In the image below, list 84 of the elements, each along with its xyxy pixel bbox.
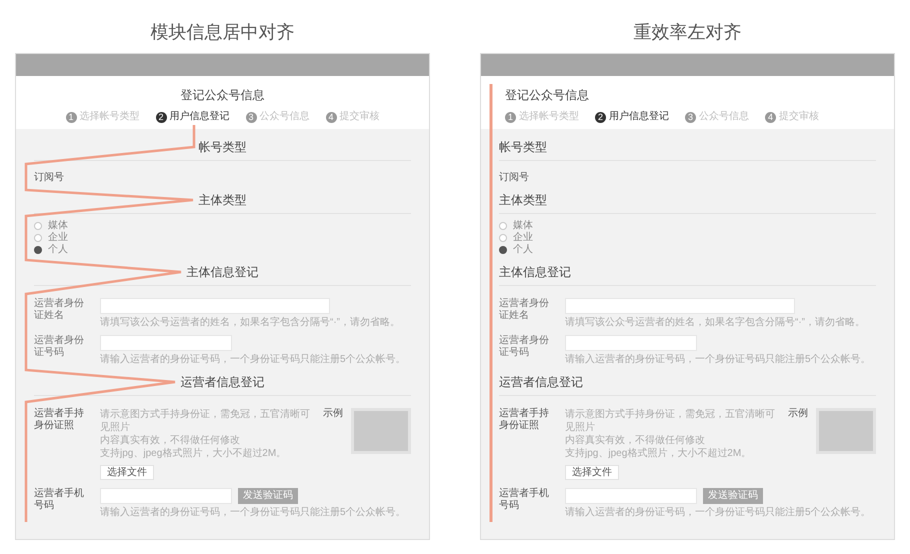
field-label: 运营者身份证号码 — [499, 335, 550, 360]
radio-button[interactable] — [499, 246, 507, 254]
field-hint: 请输入运营者的身份证号码，一个身份证号码只能注册5个公众帐号。 — [565, 354, 871, 366]
step-tab[interactable]: 3 公众号信息 — [685, 111, 749, 123]
section-heading: 帐号类型 — [198, 139, 246, 155]
field-label: 运营者手机号码 — [499, 488, 550, 513]
radio-button[interactable] — [499, 222, 507, 230]
upload-hint: 请示意图方式手持身份证，需免冠，五官清晰可见照片 — [100, 408, 311, 434]
step-label: 用户信息登记 — [170, 111, 230, 123]
input-field[interactable] — [100, 298, 330, 314]
input-field[interactable] — [565, 335, 697, 351]
field-hint: 请输入运营者的身份证号码，一个身份证号码只能注册5个公众帐号。 — [565, 507, 871, 519]
field-label: 运营者身份证号码 — [34, 335, 85, 360]
send-code-button[interactable]: 发送验证码 — [238, 488, 298, 504]
field-label: 运营者身份证姓名 — [34, 298, 85, 323]
section-heading: 主体类型 — [499, 192, 547, 208]
step-tab[interactable]: 3 公众号信息 — [246, 111, 310, 123]
caption: 重效率左对齐 — [634, 21, 742, 44]
account-type-text: 订阅号 — [499, 171, 530, 184]
send-code-button[interactable]: 发送验证码 — [703, 488, 763, 504]
radio-button[interactable] — [499, 234, 507, 242]
input-field[interactable] — [100, 335, 232, 351]
step-label: 选择帐号类型 — [519, 111, 579, 123]
field-label: 运营者手持身份证照 — [34, 408, 85, 433]
step-tab[interactable]: 4 提交审核 — [765, 111, 819, 123]
upload-hint: 支持jpg、jpeg格式照片，大小不超过2M。 — [565, 447, 752, 460]
section-heading: 主体信息登记 — [499, 264, 571, 280]
page-title: 登记公众号信息 — [505, 87, 589, 103]
radio-label: 企业 — [48, 232, 68, 244]
step-label: 用户信息登记 — [609, 111, 669, 123]
field-hint: 请输入运营者的身份证号码，一个身份证号码只能注册5个公众帐号。 — [100, 507, 406, 519]
choose-file-button[interactable]: 选择文件 — [100, 465, 154, 480]
step-tab[interactable]: 2 用户信息登记 — [595, 111, 669, 123]
upload-hint: 内容真实有效，不得做任何修改 — [565, 434, 706, 447]
step-number: 3 — [685, 112, 696, 122]
input-field[interactable] — [565, 298, 795, 314]
step-number: 3 — [246, 112, 256, 122]
radio-label: 企业 — [513, 232, 533, 244]
step-number: 4 — [765, 112, 776, 122]
example-label: 示例 — [323, 408, 343, 421]
radio-label: 媒体 — [513, 220, 533, 232]
step-label: 提交审核 — [779, 111, 819, 123]
step-tab[interactable]: 4 提交审核 — [326, 111, 380, 123]
field-label: 运营者手持身份证照 — [499, 408, 550, 433]
step-tab[interactable]: 1 选择帐号类型 — [66, 111, 140, 123]
upload-hint: 支持jpg、jpeg格式照片，大小不超过2M。 — [100, 447, 288, 460]
step-label: 公众号信息 — [699, 111, 749, 123]
radio-button[interactable] — [34, 234, 42, 242]
step-number: 2 — [595, 112, 606, 122]
step-tab[interactable]: 2 用户信息登记 — [156, 111, 230, 123]
step-label: 提交审核 — [340, 111, 380, 123]
radio-button[interactable] — [34, 222, 42, 230]
section-heading: 主体信息登记 — [186, 264, 258, 280]
field-label: 运营者手机号码 — [34, 488, 85, 513]
field-hint: 请输入运营者的身份证号码，一个身份证号码只能注册5个公众帐号。 — [100, 354, 406, 366]
choose-file-button[interactable]: 选择文件 — [565, 465, 619, 480]
step-number: 1 — [66, 112, 76, 122]
upload-hint: 请示意图方式手持身份证，需免冠，五官清晰可见照片 — [565, 408, 776, 434]
radio-label: 个人 — [48, 244, 68, 256]
phone-input-field[interactable] — [565, 488, 697, 504]
photo-placeholder — [816, 408, 876, 454]
step-label: 选择帐号类型 — [80, 111, 140, 123]
radio-label: 媒体 — [48, 220, 68, 232]
step-label: 公众号信息 — [260, 111, 310, 123]
step-tab[interactable]: 1 选择帐号类型 — [505, 111, 579, 123]
caption: 模块信息居中对齐 — [150, 21, 294, 44]
radio-label: 个人 — [513, 244, 533, 256]
section-heading: 帐号类型 — [499, 139, 547, 155]
photo-placeholder — [351, 408, 411, 454]
section-heading: 主体类型 — [198, 192, 246, 208]
field-hint: 请填写该公众号运营者的姓名，如果名字包含分隔号“·”，请勿省略。 — [100, 317, 400, 329]
step-number: 4 — [326, 112, 336, 122]
field-hint: 请填写该公众号运营者的姓名，如果名字包含分隔号“·”，请勿省略。 — [565, 317, 865, 329]
section-heading: 运营者信息登记 — [499, 374, 583, 390]
page-title: 登记公众号信息 — [180, 87, 264, 103]
example-label: 示例 — [788, 408, 808, 421]
step-number: 2 — [156, 112, 166, 122]
section-heading: 运营者信息登记 — [180, 374, 264, 390]
account-type-text: 订阅号 — [34, 171, 65, 184]
field-label: 运营者身份证姓名 — [499, 298, 550, 323]
upload-hint: 内容真实有效，不得做任何修改 — [100, 434, 241, 447]
step-number: 1 — [505, 112, 516, 122]
radio-button[interactable] — [34, 246, 42, 254]
phone-input-field[interactable] — [100, 488, 232, 504]
